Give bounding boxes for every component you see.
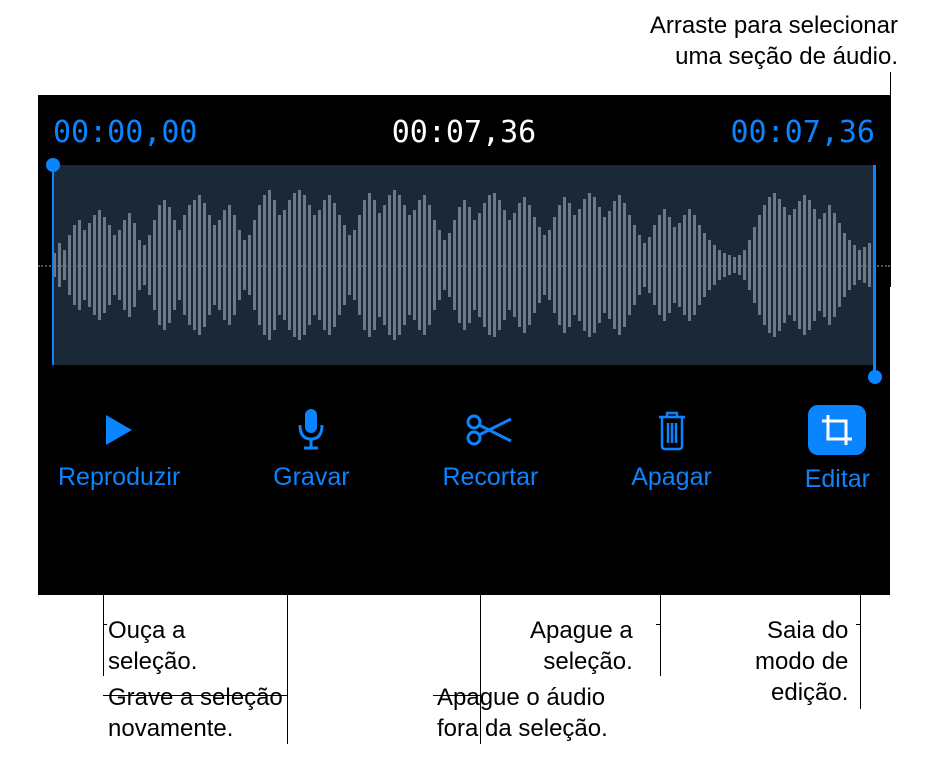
timestamps-row: 00:00,00 00:07,36 00:07,36 bbox=[53, 115, 875, 150]
delete-button[interactable]: Apagar bbox=[631, 408, 712, 492]
time-end: 00:07,36 bbox=[731, 115, 876, 150]
callout-line bbox=[103, 624, 107, 625]
time-current: 00:07,36 bbox=[392, 115, 537, 150]
record-label: Gravar bbox=[273, 463, 349, 492]
waveform-svg bbox=[53, 165, 875, 365]
annotation-edit: Saia domodo deedição. bbox=[755, 615, 848, 709]
trash-icon bbox=[655, 408, 689, 453]
callout-line bbox=[860, 584, 861, 709]
audio-editor-panel: 00:00,00 00:07,36 00:07,36 Reproduzir Gr… bbox=[38, 95, 890, 595]
edit-label: Editar bbox=[805, 465, 870, 494]
annotation-delete: Apague aseleção. bbox=[530, 615, 633, 677]
callout-line bbox=[480, 584, 481, 744]
selection-handle-right-line bbox=[873, 165, 876, 377]
record-button[interactable]: Gravar bbox=[273, 408, 349, 492]
scissors-icon bbox=[465, 408, 515, 453]
delete-label: Apagar bbox=[631, 463, 712, 492]
callout-line bbox=[287, 584, 288, 744]
microphone-icon bbox=[296, 408, 326, 453]
callout-line bbox=[433, 695, 480, 696]
time-start: 00:00,00 bbox=[53, 115, 198, 150]
waveform-area[interactable] bbox=[53, 165, 875, 365]
callout-line bbox=[103, 584, 104, 676]
selection-handle-right[interactable] bbox=[868, 370, 882, 384]
toolbar: Reproduzir Gravar Recortar Apagar Editar bbox=[53, 405, 875, 494]
crop-icon bbox=[808, 405, 866, 455]
callout-line bbox=[103, 695, 287, 696]
callout-line bbox=[890, 72, 891, 287]
play-label: Reproduzir bbox=[58, 463, 180, 492]
annotation-record: Grave a seleçãonovamente. bbox=[108, 682, 283, 744]
annotation-trim: Apague o áudiofora da seleção. bbox=[437, 682, 608, 744]
callout-line bbox=[856, 624, 861, 625]
trim-label: Recortar bbox=[442, 463, 538, 492]
play-icon bbox=[104, 408, 134, 453]
selection-handle-left-line bbox=[52, 165, 54, 365]
annotation-select-audio: Arraste para selecionaruma seção de áudi… bbox=[650, 10, 898, 72]
annotation-play: Ouça aseleção. bbox=[108, 615, 197, 677]
callout-line bbox=[656, 624, 661, 625]
callout-line bbox=[660, 584, 661, 676]
trim-button[interactable]: Recortar bbox=[442, 408, 538, 492]
edit-button[interactable]: Editar bbox=[805, 405, 870, 494]
play-button[interactable]: Reproduzir bbox=[58, 408, 180, 492]
selection-handle-left[interactable] bbox=[46, 158, 60, 172]
